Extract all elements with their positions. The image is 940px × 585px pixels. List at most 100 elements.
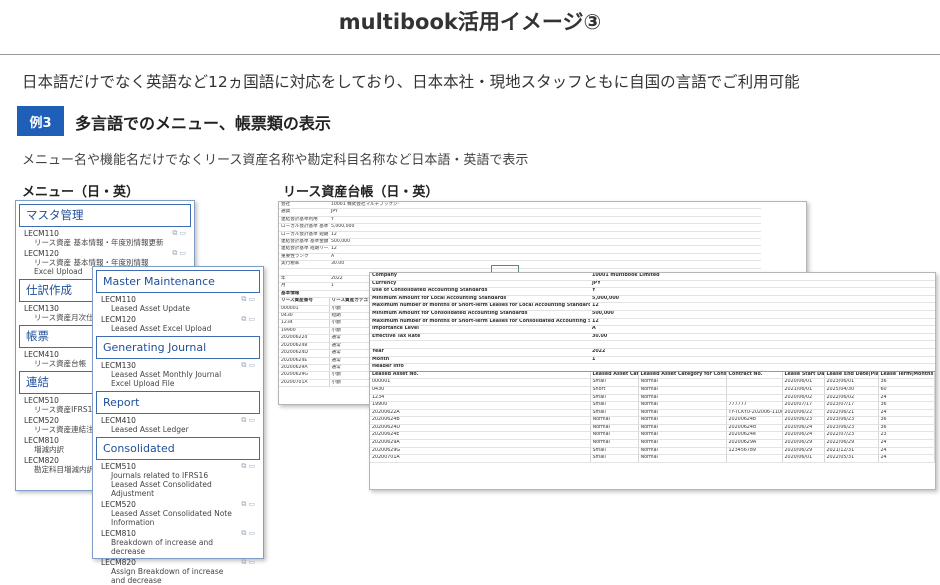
en-section-header[interactable]: Generating Journal	[96, 336, 260, 359]
info-row: 実行税率 30.00	[279, 260, 806, 269]
item-action-icons[interactable]: ⧉▭	[172, 249, 188, 258]
sheet-cell: 20200629A	[370, 439, 591, 448]
sheet-cell	[715, 223, 761, 232]
sheet-cell	[726, 318, 782, 327]
sheet-cell: Minimum Amount for Local Accounting Stan…	[370, 295, 590, 304]
sheet-cell: 2021/06/01	[782, 386, 825, 395]
window-icon[interactable]: ▭	[248, 529, 257, 537]
en-menu-item[interactable]: LECM510 Journals related to IFRS16 Leased…	[93, 460, 263, 498]
sheet-cell	[878, 287, 935, 296]
window-icon[interactable]: ▭	[248, 462, 257, 470]
sheet-cell	[824, 340, 878, 349]
table-row: 000001 Small Normal 2020/06/01 2023/06/01 36	[370, 378, 935, 387]
sheet-cell	[625, 253, 671, 262]
sheet-cell	[534, 253, 580, 262]
en-menu-item[interactable]: LECM130 Leased Asset Monthly Journal Exce…	[93, 359, 263, 388]
sheet-cell	[534, 202, 580, 210]
sheet-cell	[878, 318, 935, 327]
sheet-cell	[824, 310, 878, 319]
window-icon[interactable]: ▭	[179, 249, 188, 257]
menu-item-label: Leased Asset Update	[111, 304, 190, 313]
item-action-icons[interactable]: ⧉▭	[241, 529, 257, 538]
sheet-cell	[590, 340, 726, 349]
item-action-icons[interactable]: ⧉▭	[241, 295, 257, 304]
menu-item-label: Leased Asset Ledger	[111, 425, 189, 434]
info-row: 連結会計基準利用 Y	[279, 216, 806, 225]
jp-section-header[interactable]: マスタ管理	[19, 204, 191, 227]
sheet-cell	[670, 245, 716, 254]
item-action-icons[interactable]: ⧉▭	[241, 315, 257, 324]
menu-item-code: LECM120	[101, 315, 136, 324]
sheet-cell: 2023/07/17	[824, 401, 879, 410]
sheet-cell	[444, 208, 490, 217]
info-row: 会社10001 株式会社マルチブックジャパン	[279, 202, 806, 210]
sheet-cell: ローカル会計基準 短期	[279, 231, 329, 240]
sheet-cell: 5,000,000	[329, 223, 399, 232]
en-section-header[interactable]: Master Maintenance	[96, 270, 260, 293]
window-icon[interactable]: ▭	[248, 295, 257, 303]
en-menu-item[interactable]: LECM410 Leased Asset Ledger ⧉▭	[93, 414, 263, 434]
sheet-cell	[824, 356, 878, 365]
sheet-cell	[782, 273, 824, 281]
menu-item-label: Assign Breakdown of increase and decreas…	[111, 567, 224, 585]
sheet-cell: 24	[878, 409, 935, 418]
sheet-cell	[782, 310, 824, 319]
sheet-cell: 20200624B	[370, 416, 591, 425]
item-action-icons[interactable]: ⧉▭	[241, 416, 257, 425]
sheet-cell	[824, 333, 878, 342]
window-icon[interactable]: ▭	[248, 315, 257, 323]
sheet-cell: Maximum number of months of Short-Term L…	[370, 302, 590, 311]
sheet-cell: Small	[590, 409, 639, 418]
sheet-cell	[726, 340, 782, 349]
en-section-header[interactable]: Consolidated	[96, 437, 260, 460]
window-icon[interactable]: ▭	[248, 361, 257, 369]
sheet-cell: 会社	[279, 202, 329, 210]
sheet-cell: 36	[878, 378, 935, 387]
example-description: メニュー名や機能名だけでなくリース資産名称や勘定科目名称など日本語・英語で表示	[22, 153, 529, 168]
item-action-icons[interactable]: ⧉▭	[241, 361, 257, 370]
en-menu-item[interactable]: LECM120 Leased Asset Excel Upload ⧉▭	[93, 313, 263, 333]
jp-menu-item[interactable]: LECM110 リース資産 基本情報・年度別情報更新 ⧉▭	[16, 227, 194, 247]
en-menu-item[interactable]: LECM520 Leased Asset Consolidated Note In…	[93, 498, 263, 527]
sheet-cell	[579, 223, 626, 232]
sheet-cell	[878, 348, 935, 357]
sheet-cell	[715, 238, 761, 247]
en-menu-item[interactable]: LECM110 Leased Asset Update ⧉▭	[93, 293, 263, 313]
sheet-cell	[782, 318, 824, 327]
info-row: Minimum Amount for Consolidated Accounti…	[370, 310, 935, 319]
sheet-cell: 2021/12/31	[824, 447, 879, 456]
sheet-cell: 20200624d	[726, 424, 783, 433]
ledger-en-table: Company 10001 multibook Limited Currency JP…	[370, 273, 935, 463]
item-action-icons[interactable]: ⧉▭	[241, 500, 257, 509]
menu-item-code: LECM120	[24, 249, 59, 258]
sheet-cell: 777777	[726, 401, 783, 410]
sheet-cell: JPY	[329, 208, 399, 217]
sheet-cell: 24	[878, 439, 935, 448]
menu-item-code: LECM520	[101, 500, 136, 509]
sheet-cell	[489, 238, 535, 247]
sheet-cell: 20200622A	[370, 409, 591, 418]
en-menu-item[interactable]: LECM810 Breakdown of increase and decreas…	[93, 527, 263, 556]
item-action-icons[interactable]: ⧉▭	[172, 229, 188, 238]
window-icon[interactable]: ▭	[179, 229, 188, 237]
window-icon[interactable]: ▭	[248, 558, 257, 566]
window-icon[interactable]: ▭	[248, 500, 257, 508]
sheet-cell: 基本情報	[279, 290, 329, 299]
sheet-cell	[726, 348, 782, 357]
sheet-cell	[726, 310, 782, 319]
table-row: 20200624B Normal Normal 20200624b 2020/06/23…	[370, 416, 935, 425]
sheet-cell: JPY	[590, 280, 726, 289]
sheet-cell	[824, 363, 878, 372]
sheet-cell: Month	[370, 356, 590, 365]
item-action-icons[interactable]: ⧉▭	[241, 462, 257, 471]
sheet-cell: Small	[590, 447, 639, 456]
en-section-header[interactable]: Report	[96, 391, 260, 414]
item-action-icons[interactable]: ⧉▭	[241, 558, 257, 567]
info-row: Company 10001 multibook Limited	[370, 273, 935, 281]
sheet-cell: Normal	[638, 424, 727, 433]
window-icon[interactable]: ▭	[248, 416, 257, 424]
sheet-cell	[824, 280, 878, 289]
sheet-cell: 2023/06/01	[824, 378, 879, 387]
sheet-cell	[715, 245, 761, 254]
info-row: ローカル会計基準 基準 5,000,000	[279, 223, 806, 232]
